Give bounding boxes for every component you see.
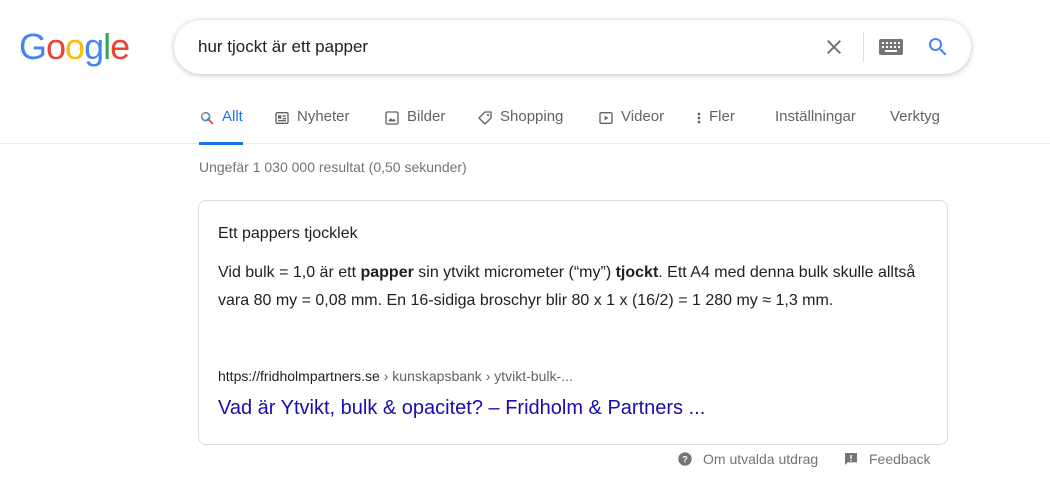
logo-letter: o — [46, 26, 66, 67]
tab-label: Shopping — [500, 108, 564, 125]
tab-bilder[interactable]: Bilder — [384, 100, 445, 144]
cite-domain: https://fridholmpartners.se — [218, 368, 380, 384]
tab-allt[interactable]: Allt — [199, 100, 243, 145]
video-icon — [599, 112, 613, 124]
snippet-bold: tjockt — [615, 264, 659, 281]
keyboard-icon — [879, 39, 903, 55]
snippet-bold: papper — [360, 264, 414, 281]
tab-label: Bilder — [407, 108, 446, 125]
result-stats: Ungefär 1 030 000 resultat (0,50 sekunde… — [199, 159, 467, 175]
logo-letter: G — [19, 26, 47, 67]
featured-snippet: Ett pappers tjocklek Vid bulk = 1,0 är e… — [198, 200, 948, 445]
search-icon — [929, 38, 947, 56]
tab-installningar[interactable]: Inställningar — [775, 100, 856, 144]
logo-letter: e — [110, 26, 130, 67]
logo-letter: g — [84, 26, 104, 67]
tab-label: Allt — [222, 108, 243, 125]
snippet-part: sin ytvikt micrometer (“my”) — [413, 264, 616, 281]
help-icon: ? — [678, 452, 692, 466]
search-divider — [863, 32, 864, 62]
image-icon — [385, 111, 399, 125]
cite-breadcrumb: › kunskapsbank › ytvikt-bulk-... — [379, 368, 573, 384]
svg-text:?: ? — [682, 454, 688, 464]
clear-icon — [827, 40, 841, 54]
tab-verktyg[interactable]: Verktyg — [890, 100, 940, 144]
tab-shopping[interactable]: Shopping — [477, 100, 563, 144]
snippet-heading: Ett pappers tjocklek — [218, 225, 358, 242]
tag-icon — [478, 111, 492, 125]
search-input[interactable] — [198, 20, 798, 74]
search-box — [174, 20, 971, 74]
result-title-link[interactable]: Vad är Ytvikt, bulk & opacitet? – Fridho… — [218, 397, 705, 420]
logo-letter: l — [103, 26, 111, 67]
feedback-link[interactable]: Feedback — [843, 451, 930, 467]
snippet-text: Vid bulk = 1,0 är ett papper sin ytvikt … — [218, 259, 930, 315]
about-featured-snippets-link[interactable]: ? Om utvalda utdrag — [677, 451, 818, 467]
tab-videor[interactable]: Videor — [598, 100, 664, 144]
tab-label: Inställningar — [775, 108, 856, 125]
search-icon — [200, 111, 214, 125]
result-cite[interactable]: https://fridholmpartners.se › kunskapsba… — [218, 368, 573, 384]
tab-label: Fler — [709, 108, 735, 125]
feedback-label: Feedback — [869, 451, 931, 467]
tab-label: Verktyg — [890, 108, 941, 125]
tab-label: Videor — [621, 108, 665, 125]
feedback-icon — [845, 453, 857, 465]
news-icon — [275, 112, 289, 124]
about-label: Om utvalda utdrag — [703, 451, 819, 467]
search-tabs: Allt Nyheter Bilder Shopping Videor Fler… — [0, 100, 1050, 145]
search-button[interactable] — [926, 35, 950, 59]
snippet-part: Vid bulk = 1,0 är ett — [218, 264, 361, 281]
more-vert-icon — [697, 112, 701, 124]
clear-button[interactable] — [822, 35, 846, 59]
google-logo[interactable]: Google — [19, 26, 130, 67]
tab-label: Nyheter — [297, 108, 350, 125]
tab-nyheter[interactable]: Nyheter — [274, 100, 350, 144]
tab-fler[interactable]: Fler — [695, 100, 735, 144]
keyboard-button[interactable] — [879, 39, 903, 55]
logo-letter: o — [65, 26, 85, 67]
